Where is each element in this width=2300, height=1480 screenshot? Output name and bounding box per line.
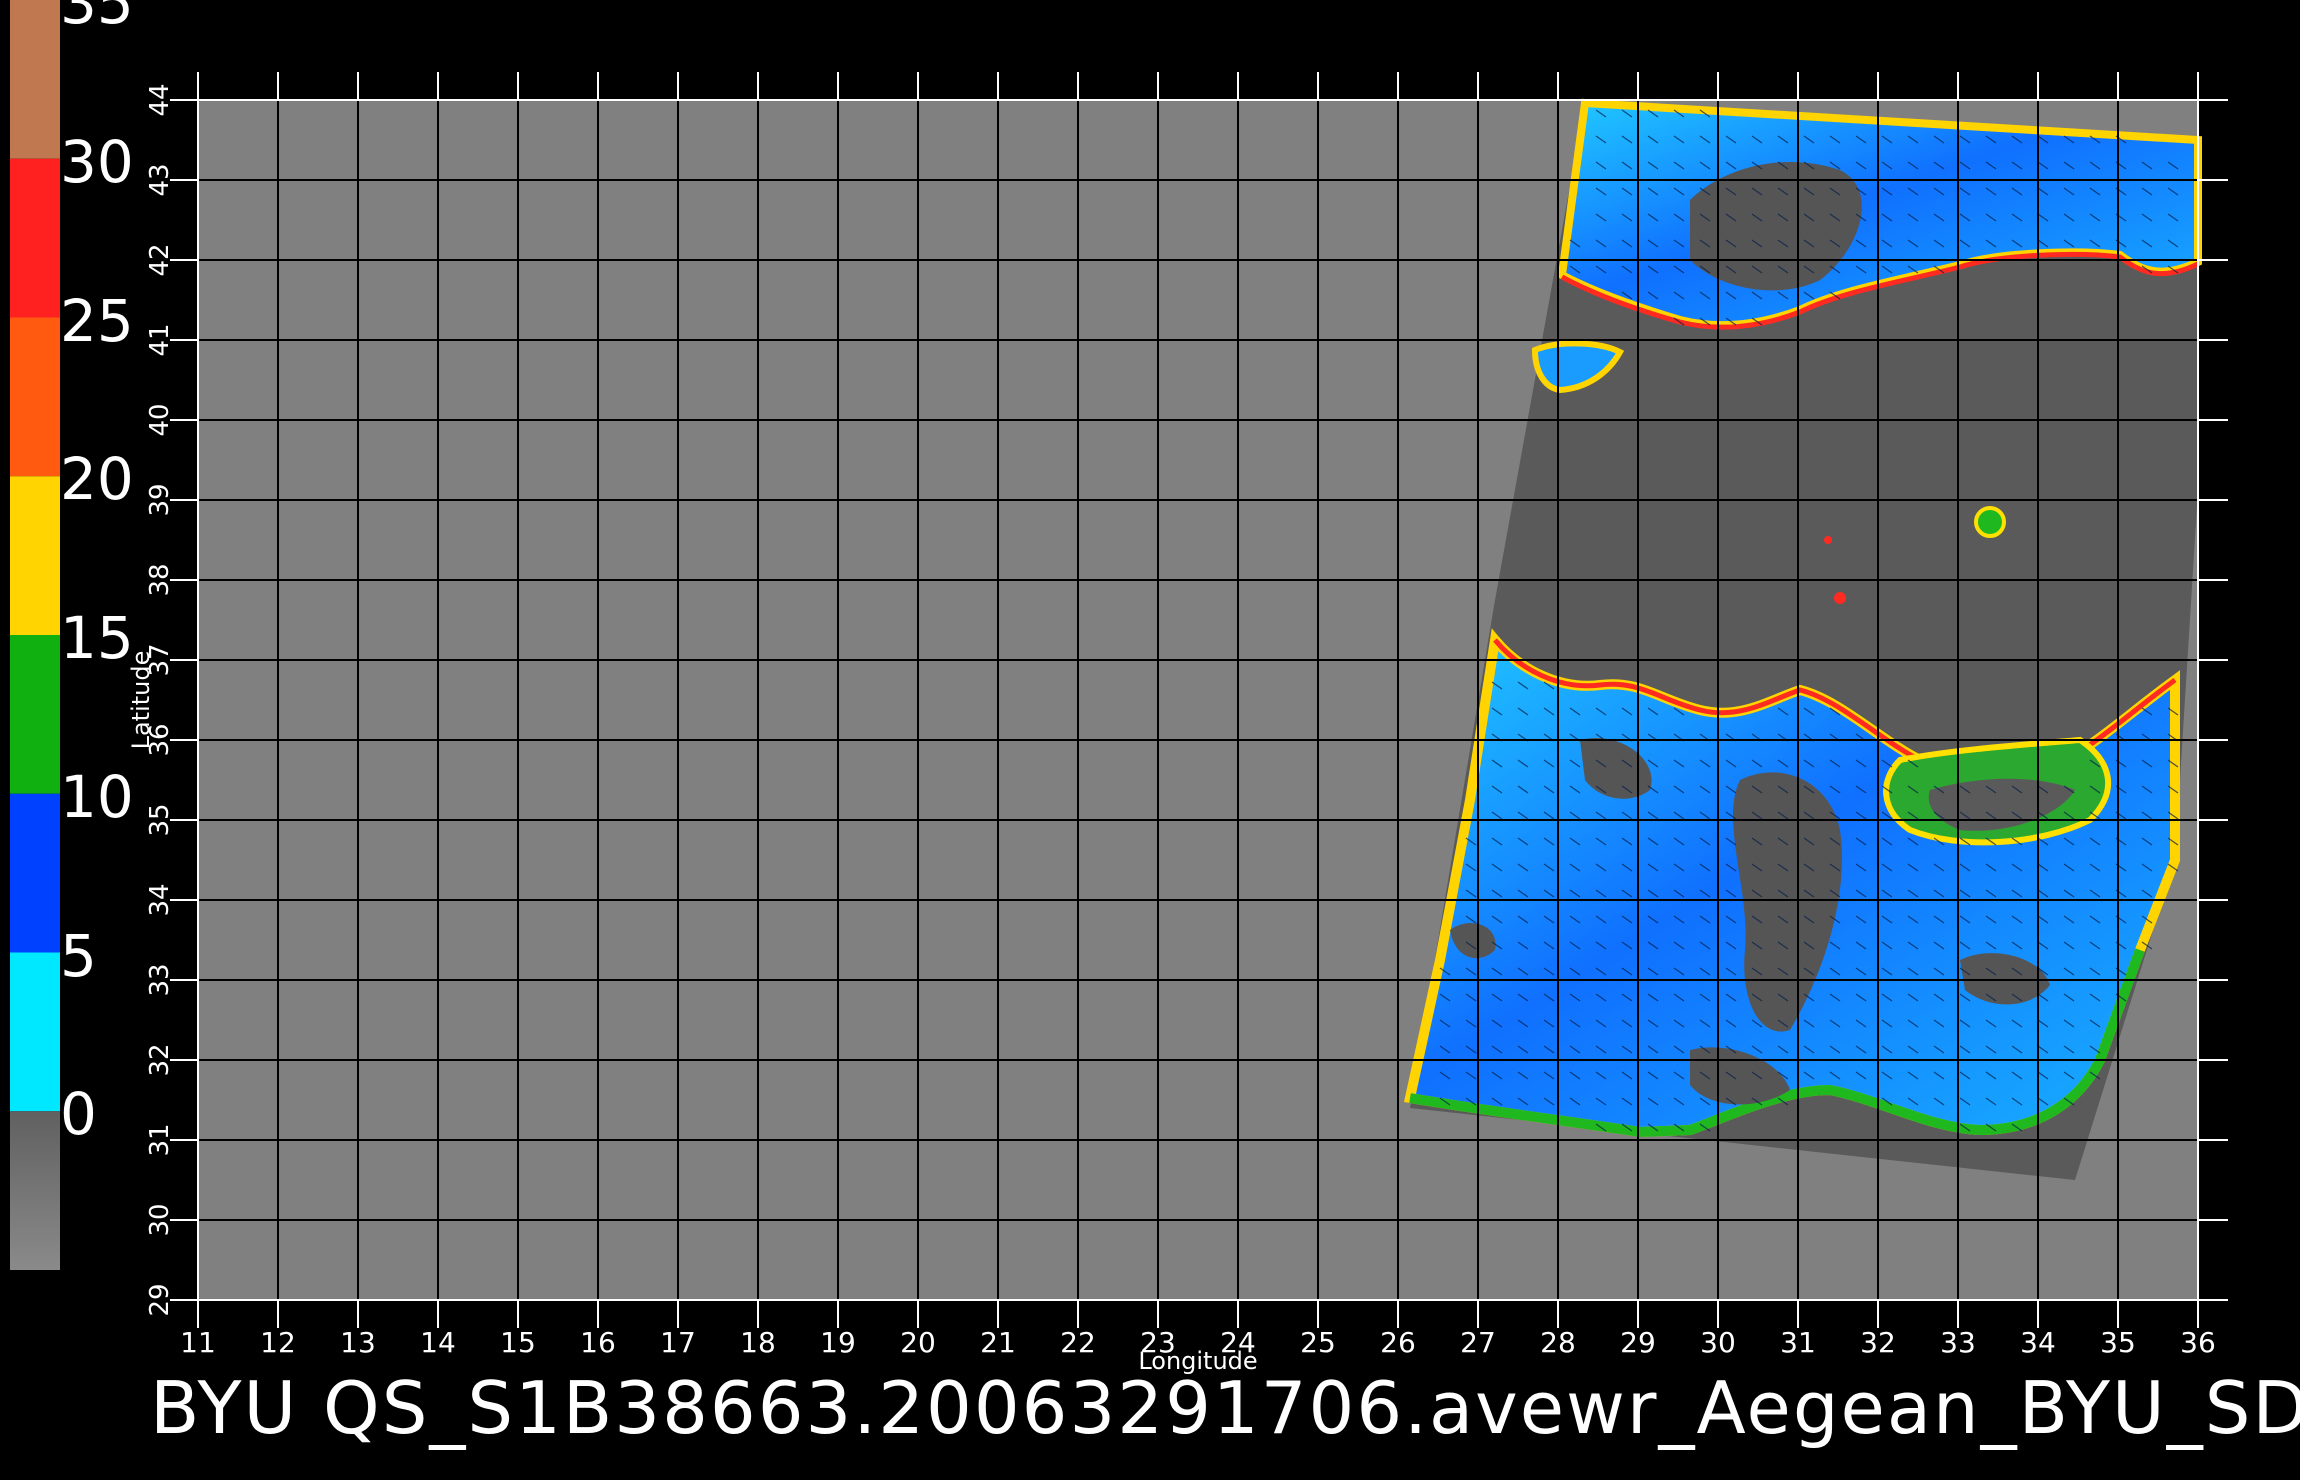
lon-tick-label: 20 bbox=[900, 1326, 936, 1359]
lon-tick-label: 27 bbox=[1460, 1326, 1496, 1359]
lon-tick-label: 21 bbox=[980, 1326, 1016, 1359]
map-title: BYU QS_S1B38663.20063291706.avewr_Aegean… bbox=[150, 1366, 2300, 1450]
lon-tick-label: 13 bbox=[340, 1326, 376, 1359]
colorbar-segment bbox=[10, 317, 60, 477]
colorbar-segment bbox=[10, 0, 60, 159]
colorbar-segment bbox=[10, 793, 60, 953]
colorbar-label: 20 bbox=[60, 445, 134, 514]
lon-tick-label: 15 bbox=[500, 1326, 536, 1359]
lon-tick-label: 33 bbox=[1940, 1326, 1976, 1359]
lat-tick-label: 34 bbox=[145, 883, 175, 916]
colorbar-segment bbox=[10, 635, 60, 794]
lat-tick-label: 30 bbox=[145, 1203, 175, 1236]
lon-tick-label: 25 bbox=[1300, 1326, 1336, 1359]
map-canvas: 11 12 13 14 15 16 17 18 19 20 21 22 23 24 25 26 27 28 29 30… bbox=[10, 0, 2228, 1375]
lon-tick-label: 12 bbox=[260, 1326, 296, 1359]
lon-tick-label: 19 bbox=[820, 1326, 856, 1359]
wind-map-figure: 11 12 13 14 15 16 17 18 19 20 21 22 23 24 25 26 27 28 29 30… bbox=[0, 0, 2300, 1480]
lon-tick-label: 32 bbox=[1860, 1326, 1896, 1359]
lat-tick-label: 29 bbox=[145, 1283, 175, 1316]
lat-tick-label: 39 bbox=[145, 483, 175, 516]
colorbar-segment bbox=[10, 476, 60, 635]
lat-tick-label: 31 bbox=[145, 1123, 175, 1156]
lon-tick-label: 35 bbox=[2100, 1326, 2136, 1359]
colorbar-segment bbox=[10, 952, 60, 1112]
lat-tick-label: 40 bbox=[145, 403, 175, 436]
colorbar-segment bbox=[10, 1111, 60, 1270]
lat-tick-label: 44 bbox=[145, 83, 175, 116]
lon-tick-label: 26 bbox=[1380, 1326, 1416, 1359]
colorbar-label: 25 bbox=[60, 286, 134, 355]
lon-tick-label: 18 bbox=[740, 1326, 776, 1359]
colorbar-label: 10 bbox=[60, 762, 134, 831]
colorbar-label: 15 bbox=[60, 604, 134, 672]
lon-tick-label: 29 bbox=[1620, 1326, 1656, 1359]
colorbar-label: 5 bbox=[60, 921, 97, 990]
lat-tick-label: 43 bbox=[145, 163, 175, 196]
lon-tick-label: 30 bbox=[1700, 1326, 1736, 1359]
lat-tick-label: 33 bbox=[145, 963, 175, 996]
lat-tick-label: 32 bbox=[145, 1043, 175, 1076]
colorbar-label: 0 bbox=[60, 1080, 97, 1149]
lon-tick-label: 36 bbox=[2180, 1326, 2216, 1359]
lon-tick-label: 16 bbox=[580, 1326, 616, 1359]
lon-tick-label: 34 bbox=[2020, 1326, 2056, 1359]
colorbar bbox=[10, 0, 60, 1270]
lon-tick-label: 31 bbox=[1780, 1326, 1816, 1359]
lon-tick-label: 11 bbox=[180, 1326, 216, 1359]
colorbar-segment bbox=[10, 158, 60, 318]
colorbar-label: 30 bbox=[60, 127, 134, 196]
lon-tick-label: 14 bbox=[420, 1326, 456, 1359]
lat-tick-label: 35 bbox=[145, 803, 175, 836]
small-patch-b bbox=[1824, 536, 1832, 544]
cyprus-like-patch bbox=[1974, 506, 2006, 538]
lon-tick-label: 28 bbox=[1540, 1326, 1576, 1359]
lon-tick-label: 17 bbox=[660, 1326, 696, 1359]
lon-tick-label: 22 bbox=[1060, 1326, 1096, 1359]
colorbar-label: 35 bbox=[60, 0, 134, 37]
lat-tick-label: 42 bbox=[145, 243, 175, 276]
small-patch-a bbox=[1834, 592, 1846, 604]
lat-tick-label: 41 bbox=[145, 323, 175, 356]
lat-tick-label: 38 bbox=[145, 563, 175, 596]
